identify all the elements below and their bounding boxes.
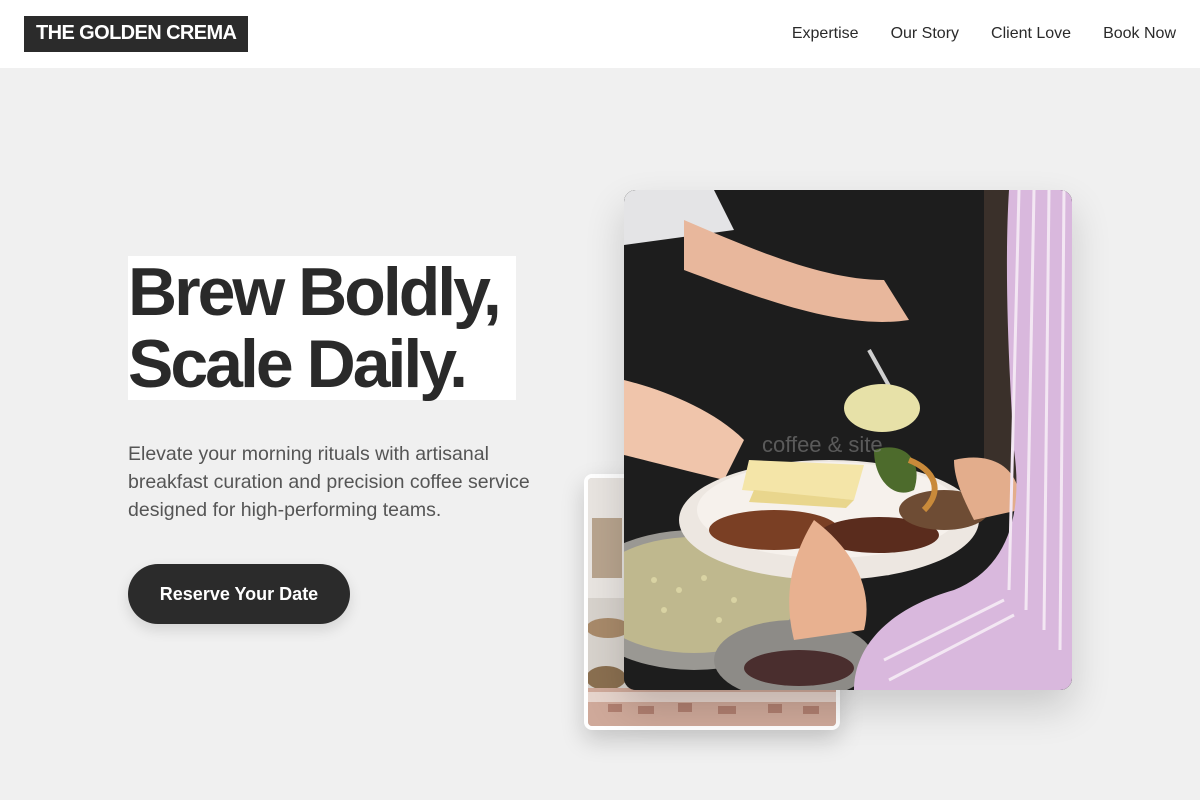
hero-title-line-2: Scale Daily.	[128, 326, 468, 402]
nav-link-book-now[interactable]: Book Now	[1103, 25, 1176, 43]
hero-title: Brew Boldly, Scale Daily.	[128, 256, 516, 400]
nav-link-our-story[interactable]: Our Story	[891, 25, 959, 43]
reserve-date-button[interactable]: Reserve Your Date	[128, 564, 350, 624]
photo-watermark: coffee & site	[762, 432, 883, 457]
nav-link-expertise[interactable]: Expertise	[792, 25, 859, 43]
hero-title-line-1: Brew Boldly,	[128, 254, 502, 330]
top-navbar: THE GOLDEN CREMA Expertise Our Story Cli…	[0, 0, 1200, 68]
main-nav: Expertise Our Story Client Love Book Now	[792, 25, 1176, 43]
brand-logo[interactable]: THE GOLDEN CREMA	[24, 16, 249, 52]
hero-description: Elevate your morning rituals with artisa…	[128, 443, 530, 521]
nav-link-client-love[interactable]: Client Love	[991, 25, 1071, 43]
hero-food-photo: coffee & site	[624, 190, 1072, 690]
